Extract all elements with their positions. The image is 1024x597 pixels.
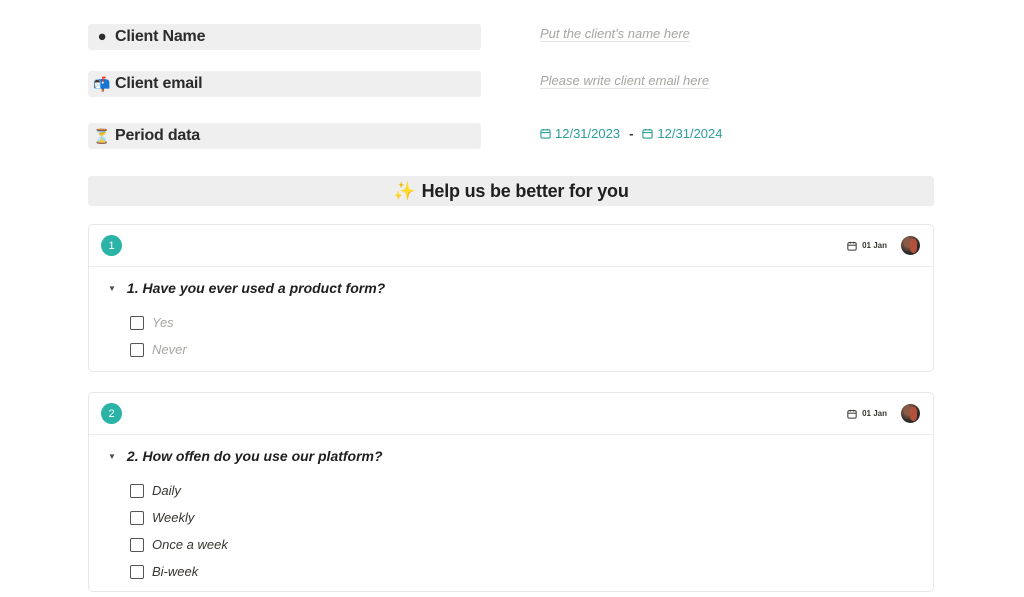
section-banner: ✨ Help us be better for you: [88, 176, 934, 206]
question-number-badge: 2: [101, 403, 122, 424]
period-date-range[interactable]: 12/31/2023 - 12/31/2024: [540, 126, 723, 141]
option-never[interactable]: Never: [89, 336, 933, 363]
client-email-label[interactable]: 📬 Client email: [88, 71, 481, 97]
checkbox[interactable]: [130, 342, 144, 357]
start-date[interactable]: 12/31/2023: [540, 126, 620, 141]
end-date-text: 12/31/2024: [657, 126, 723, 141]
checkbox[interactable]: [130, 564, 144, 579]
client-name-label-text: Client Name: [115, 28, 206, 45]
end-date[interactable]: 12/31/2024: [642, 126, 723, 141]
checkbox[interactable]: [130, 483, 144, 498]
card-header: 1 01 Jan: [89, 225, 933, 267]
calendar-icon: [847, 241, 857, 251]
option-label: Yes: [152, 315, 174, 330]
date-separator: -: [629, 126, 634, 141]
option-yes[interactable]: Yes: [89, 309, 933, 336]
card-date-text: 01 Jan: [862, 241, 887, 250]
period-label-text: Period data: [115, 127, 200, 144]
question-number-badge: 1: [101, 235, 122, 256]
calendar-icon: [847, 409, 857, 419]
card-date[interactable]: 01 Jan: [847, 409, 887, 419]
period-property: ⏳ Period data 12/31/2023 - 12/31/2024: [88, 123, 934, 149]
circle-icon: ⚫: [96, 28, 108, 45]
client-email-property: 📬 Client email Please write client email…: [88, 71, 934, 97]
checkbox[interactable]: [130, 315, 144, 330]
question-card: 2 01 Jan ▼ 2. How offen do you use our p…: [88, 392, 934, 592]
card-header: 2 01 Jan: [89, 393, 933, 435]
option-label: Daily: [152, 483, 181, 498]
option-label: Weekly: [152, 510, 195, 525]
question-toggle[interactable]: ▼ 1. Have you ever used a product form?: [89, 267, 933, 309]
option-label: Once a week: [152, 537, 228, 552]
calendar-icon: [642, 128, 654, 139]
avatar[interactable]: [901, 404, 920, 423]
hourglass-icon: ⏳: [93, 127, 111, 144]
card-date-text: 01 Jan: [862, 409, 887, 418]
option-bi-week[interactable]: Bi-week: [89, 558, 933, 585]
option-daily[interactable]: Daily: [89, 477, 933, 504]
client-name-property: ⚫ Client Name Put the client's name here: [88, 24, 934, 50]
option-once-a-week[interactable]: Once a week: [89, 531, 933, 558]
option-label: Bi-week: [152, 564, 199, 579]
checkbox[interactable]: [130, 537, 144, 552]
calendar-icon: [540, 128, 551, 139]
caret-down-icon[interactable]: ▼: [108, 452, 116, 461]
start-date-text: 12/31/2023: [555, 126, 621, 141]
sparkles-icon: ✨: [393, 180, 416, 201]
question-card: 1 01 Jan ▼ 1. Have you ever used a produ…: [88, 224, 934, 372]
question-text: 1. Have you ever used a product form?: [126, 280, 386, 296]
mailbox-icon: 📬: [93, 75, 111, 92]
avatar[interactable]: [901, 236, 920, 255]
question-toggle[interactable]: ▼ 2. How offen do you use our platform?: [89, 435, 933, 477]
period-label[interactable]: ⏳ Period data: [88, 123, 481, 149]
card-date[interactable]: 01 Jan: [847, 241, 887, 251]
caret-down-icon[interactable]: ▼: [108, 284, 116, 293]
client-name-label[interactable]: ⚫ Client Name: [88, 24, 481, 50]
client-name-field[interactable]: Put the client's name here: [540, 26, 690, 41]
question-text: 2. How offen do you use our platform?: [126, 448, 383, 464]
banner-title: Help us be better for you: [421, 180, 629, 201]
checkbox[interactable]: [130, 510, 144, 525]
client-email-field[interactable]: Please write client email here: [540, 73, 709, 88]
option-weekly[interactable]: Weekly: [89, 504, 933, 531]
option-label: Never: [152, 342, 187, 357]
client-email-label-text: Client email: [115, 75, 203, 92]
